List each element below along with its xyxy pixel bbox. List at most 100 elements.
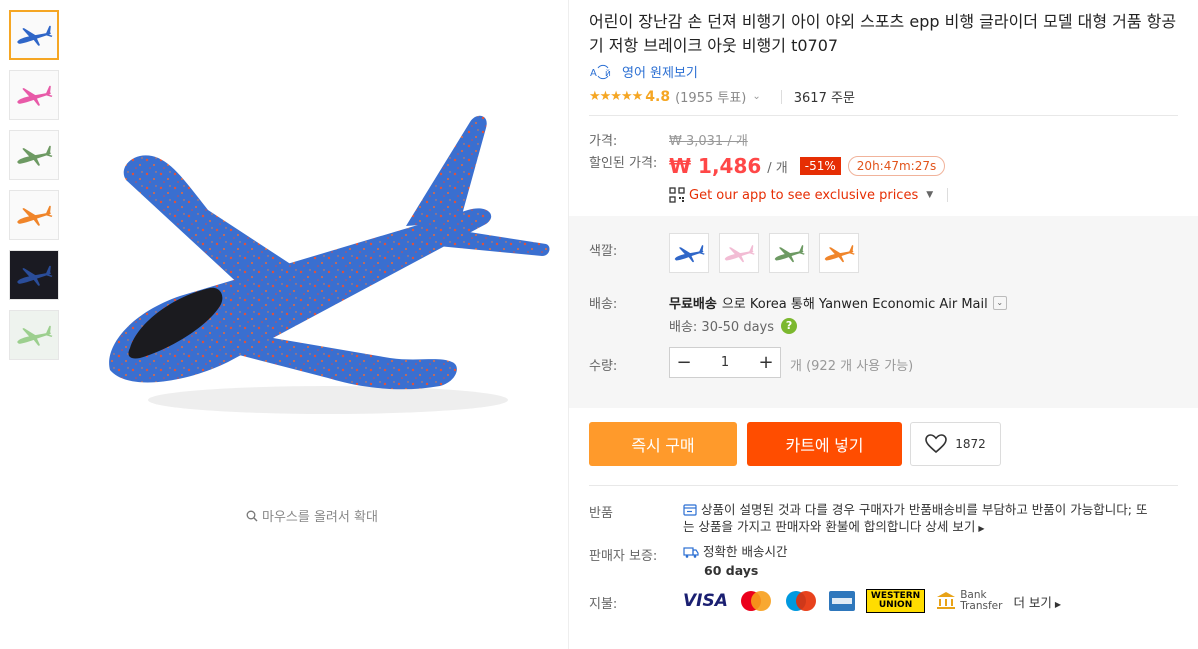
quantity-available: 개 (922 개 사용 가능) <box>790 359 914 374</box>
discount-badge: -51% <box>799 157 841 175</box>
wishlist-button[interactable]: 1872 <box>910 422 1001 466</box>
thumbnail-orange[interactable] <box>9 190 59 240</box>
return-details-link[interactable]: 상세 보기 ▶ <box>925 519 984 534</box>
visa-logo: VISA <box>683 591 728 611</box>
maestro-icon <box>785 591 816 611</box>
caret-down-icon: ▼ <box>926 190 934 200</box>
quantity-input[interactable] <box>698 355 752 370</box>
thumbnail-blue[interactable] <box>9 10 59 60</box>
add-to-cart-button[interactable]: 카트에 넣기 <box>747 422 902 466</box>
thumbnail-pink[interactable] <box>9 70 59 120</box>
quantity-label: 수량: <box>589 359 618 374</box>
wishlist-count: 1872 <box>955 437 986 451</box>
decrement-button[interactable]: − <box>670 348 698 377</box>
help-icon[interactable]: ? <box>781 317 798 334</box>
plane-icon <box>14 262 54 288</box>
amex-icon <box>828 591 855 611</box>
bank-icon <box>937 592 956 609</box>
return-details-label: 상세 보기 <box>925 519 976 534</box>
heart-icon <box>925 434 948 454</box>
shipping-label: 배송: <box>589 297 618 312</box>
shipping-days: 배송: 30-50 days <box>669 320 775 335</box>
translate-label: 영어 원제보기 <box>622 66 698 81</box>
price-unit: / 개 <box>767 160 788 176</box>
western-union-logo: WESTERN UNION <box>865 589 926 613</box>
shipping-days-row: 배송: 30-50 days ? <box>669 316 798 335</box>
guarantee-policy: 정확한 배송시간 <box>683 543 787 560</box>
order-count: 3617 주문 <box>793 91 855 106</box>
return-policy-text: 상품이 설명된 것과 다를 경우 구매자가 반품배송비를 부담하고 반품이 가능… <box>683 502 1148 534</box>
plane-icon <box>14 82 54 108</box>
countdown-timer: 20h:47m:27s <box>847 156 946 176</box>
increment-button[interactable]: + <box>752 348 780 377</box>
vote-count[interactable]: (1955 투표) <box>675 87 746 106</box>
truck-icon <box>683 547 699 558</box>
zoom-hint: 마우스를 올려서 확대 <box>246 506 378 525</box>
rating-row: ★★★★★ 4.8 (1955 투표) ⌄ 3617 주문 <box>589 87 855 107</box>
rating-value: 4.8 <box>645 88 671 105</box>
magnifier-icon <box>246 510 258 521</box>
return-label: 반품 <box>589 506 613 521</box>
svg-text:A: A <box>590 68 597 79</box>
guarantee-days: 60 days <box>704 563 759 578</box>
shipping-dropdown-icon[interactable]: ⌄ <box>992 295 1007 310</box>
return-icon <box>683 504 697 516</box>
translate-icon: A й <box>590 64 611 79</box>
color-label: 색깔: <box>589 244 618 259</box>
discount-price-label: 할인된 가격: <box>589 156 658 171</box>
more-payments-label: 더 보기 <box>1013 594 1052 610</box>
swatch-green[interactable] <box>769 233 809 273</box>
buy-now-button[interactable]: 즉시 구매 <box>589 422 737 466</box>
discount-price-row: ₩ 1,486 / 개 -51% 20h:47m:27s <box>669 154 946 178</box>
payment-methods: VISA WESTERN UNION Bank Transfer 더 보기 ▶ <box>683 589 1061 613</box>
original-price: ₩ 3,031 / 개 <box>669 134 748 149</box>
chevron-down-icon[interactable]: ⌄ <box>752 91 760 102</box>
divider <box>780 89 782 104</box>
thumbnail-list <box>9 10 59 370</box>
guarantee-label: 판매자 보증: <box>589 549 658 564</box>
svg-text:й: й <box>605 69 611 79</box>
plane-image <box>109 115 550 414</box>
caret-right-icon: ▶ <box>1054 599 1062 609</box>
plane-icon <box>672 242 706 264</box>
divider <box>589 115 1178 116</box>
translate-link[interactable]: A й 영어 원제보기 <box>589 62 698 81</box>
plane-icon <box>14 202 54 228</box>
qr-code-icon <box>669 187 685 203</box>
price-label: 가격: <box>589 134 618 149</box>
plane-icon <box>822 242 856 264</box>
bank-transfer: Bank Transfer <box>936 590 1002 612</box>
star-rating-icon: ★★★★★ <box>589 89 643 104</box>
swatch-pink[interactable] <box>719 233 759 273</box>
color-swatches <box>669 233 859 273</box>
thumbnail-green-light[interactable] <box>9 310 59 360</box>
free-shipping-text: 무료배송 <box>669 297 717 312</box>
divider <box>589 485 1178 486</box>
mastercard-icon <box>740 591 771 611</box>
caret-right-icon: ▶ <box>978 524 985 533</box>
plane-icon <box>14 142 54 168</box>
zoom-hint-text: 마우스를 올려서 확대 <box>262 510 378 525</box>
divider <box>947 188 949 202</box>
guarantee-text: 정확한 배송시간 <box>703 544 788 559</box>
swatch-blue[interactable] <box>669 233 709 273</box>
swatch-orange[interactable] <box>819 233 859 273</box>
wu-line-2: UNION <box>878 600 913 610</box>
discount-price: ₩ 1,486 <box>669 154 762 178</box>
more-payments-link[interactable]: 더 보기 ▶ <box>1013 592 1061 611</box>
app-promo[interactable]: Get our app to see exclusive prices ▼ <box>669 187 949 203</box>
product-title: 어린이 장난감 손 던져 비행기 아이 야외 스포츠 epp 비행 글라이더 모… <box>589 12 1177 55</box>
quantity-stepper: − + <box>669 347 781 378</box>
plane-icon <box>14 322 54 348</box>
return-policy: 상품이 설명된 것과 다를 경우 구매자가 반품배송비를 부담하고 반품이 가능… <box>683 501 1153 537</box>
thumbnail-black[interactable] <box>9 250 59 300</box>
app-promo-text: Get our app to see exclusive prices <box>689 187 919 203</box>
options-panel <box>569 216 1198 408</box>
bank-line-2: Transfer <box>960 600 1003 612</box>
thumbnail-green[interactable] <box>9 130 59 180</box>
plane-icon <box>772 242 806 264</box>
main-product-image[interactable] <box>88 100 558 440</box>
shipping-carrier: 으로 Korea 통해 Yanwen Economic Air Mail <box>721 297 988 312</box>
payment-label: 지불: <box>589 597 618 612</box>
plane-icon <box>14 22 54 48</box>
